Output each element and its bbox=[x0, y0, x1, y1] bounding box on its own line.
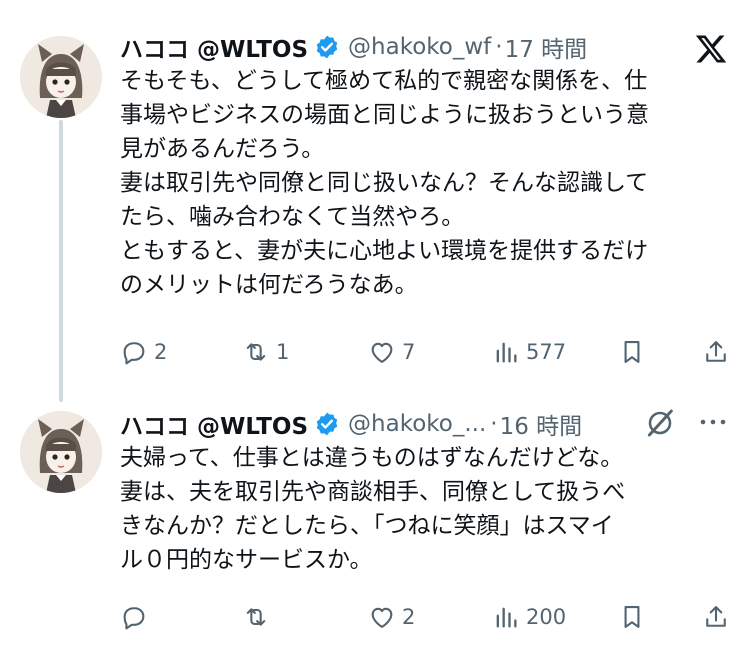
views-button[interactable]: 577 bbox=[492, 332, 566, 372]
tweet-text-line: のメリットは何だろうなあ。 bbox=[120, 272, 418, 298]
repost-icon bbox=[246, 608, 266, 626]
like-icon bbox=[371, 607, 393, 628]
tweet-text: 夫婦って、仕事とは違うものはずなんだけどな。 妻は、夫を取引先や商談相手、同僚と… bbox=[120, 441, 732, 577]
reply-icon bbox=[123, 607, 145, 630]
tweet-content: ハココ @WLTOS @hakoko_... · 16 時間 夫婦って、仕事とは… bbox=[120, 407, 732, 577]
share-button[interactable] bbox=[702, 597, 730, 637]
tweet-actions: 2 1 7 577 bbox=[120, 332, 730, 372]
repost-button[interactable] bbox=[242, 597, 276, 637]
tweet-text-line: 夫婦って、仕事とは違うものはずなんだけどな。 bbox=[120, 445, 624, 471]
like-button[interactable]: 7 bbox=[368, 332, 415, 372]
like-count: 2 bbox=[402, 605, 416, 629]
user-handle[interactable]: @hakoko_wf bbox=[348, 34, 491, 60]
bookmark-icon bbox=[624, 606, 640, 628]
repost-icon bbox=[246, 343, 266, 361]
tweet-text-line: ともすると、妻が夫に心地よい環境を提供するだけ bbox=[120, 238, 649, 264]
avatar[interactable] bbox=[20, 411, 102, 493]
views-icon bbox=[496, 342, 517, 363]
separator-dot: · bbox=[490, 411, 498, 437]
user-handle[interactable]: @hakoko_... bbox=[348, 411, 486, 437]
more-icon[interactable] bbox=[696, 409, 730, 435]
tweet-text-line: 見があるんだろう。 bbox=[120, 136, 325, 162]
share-icon bbox=[706, 341, 726, 362]
bookmark-button[interactable] bbox=[618, 332, 646, 372]
avatar[interactable] bbox=[20, 36, 102, 118]
separator-dot: · bbox=[495, 34, 503, 60]
tweet-text-line: たら、噛み合わなくて当然やろ。 bbox=[120, 204, 465, 230]
bookmark-button[interactable] bbox=[618, 597, 646, 637]
tweet-header: ハココ @WLTOS @hakoko_... · 16 時間 bbox=[120, 407, 732, 441]
avatar-illustration-icon bbox=[20, 411, 102, 493]
tweet-content: ハココ @WLTOS @hakoko_wf · 17 時間 そもそも、どうして極… bbox=[120, 30, 732, 302]
verified-badge-icon bbox=[316, 35, 338, 59]
share-button[interactable] bbox=[702, 332, 730, 372]
display-name[interactable]: ハココ @WLTOS bbox=[120, 30, 308, 64]
repost-count: 1 bbox=[276, 340, 290, 364]
timestamp[interactable]: 16 時間 bbox=[500, 407, 583, 441]
avatar-illustration-icon bbox=[20, 36, 102, 118]
timestamp[interactable]: 17 時間 bbox=[505, 30, 588, 64]
reply-button[interactable]: 2 bbox=[120, 332, 167, 372]
like-count: 7 bbox=[402, 340, 416, 364]
views-button[interactable]: 200 bbox=[492, 597, 566, 637]
reply-count: 2 bbox=[154, 340, 168, 364]
view-count: 200 bbox=[526, 605, 567, 629]
thread-connector-line bbox=[59, 120, 63, 402]
grok-icon[interactable] bbox=[644, 407, 676, 439]
reply-icon bbox=[123, 342, 145, 365]
tweet-text-line: 妻は、夫を取引先や商談相手、同僚として扱うべ bbox=[120, 479, 626, 505]
tweet-actions: 2 200 bbox=[120, 597, 730, 637]
reply-button[interactable] bbox=[120, 597, 154, 637]
tweet-text-line: 妻は取引先や同僚と同じ扱いなん？そんな認識して bbox=[120, 170, 649, 196]
share-icon bbox=[706, 606, 726, 627]
verified-badge-icon bbox=[316, 412, 338, 436]
tweet-header: ハココ @WLTOS @hakoko_wf · 17 時間 bbox=[120, 30, 732, 64]
tweet-text-line: きなんか？だとしたら、「つねに笑顔」はスマイ bbox=[120, 513, 614, 539]
like-button[interactable]: 2 bbox=[368, 597, 415, 637]
like-icon bbox=[371, 342, 393, 363]
tweet-text-line: そもそも、どうして極めて私的で親密な関係を、仕 bbox=[120, 68, 648, 94]
x-logo-icon[interactable] bbox=[694, 32, 728, 66]
tweet-1[interactable]: ハココ @WLTOS @hakoko_wf · 17 時間 そもそも、どうして極… bbox=[0, 0, 750, 395]
tweet-text: そもそも、どうして極めて私的で親密な関係を、仕 事場やビジネスの場面と同じように… bbox=[120, 64, 732, 302]
tweet-2[interactable]: ハココ @WLTOS @hakoko_... · 16 時間 夫婦って、仕事とは… bbox=[0, 395, 750, 650]
views-icon bbox=[496, 607, 517, 628]
view-count: 577 bbox=[526, 340, 567, 364]
bookmark-icon bbox=[624, 341, 640, 363]
tweet-text-line: ル０円的なサービスか。 bbox=[120, 547, 373, 573]
display-name[interactable]: ハココ @WLTOS bbox=[120, 407, 308, 441]
tweet-text-line: 事場やビジネスの場面と同じように扱おうという意 bbox=[120, 102, 649, 128]
repost-button[interactable]: 1 bbox=[242, 332, 289, 372]
